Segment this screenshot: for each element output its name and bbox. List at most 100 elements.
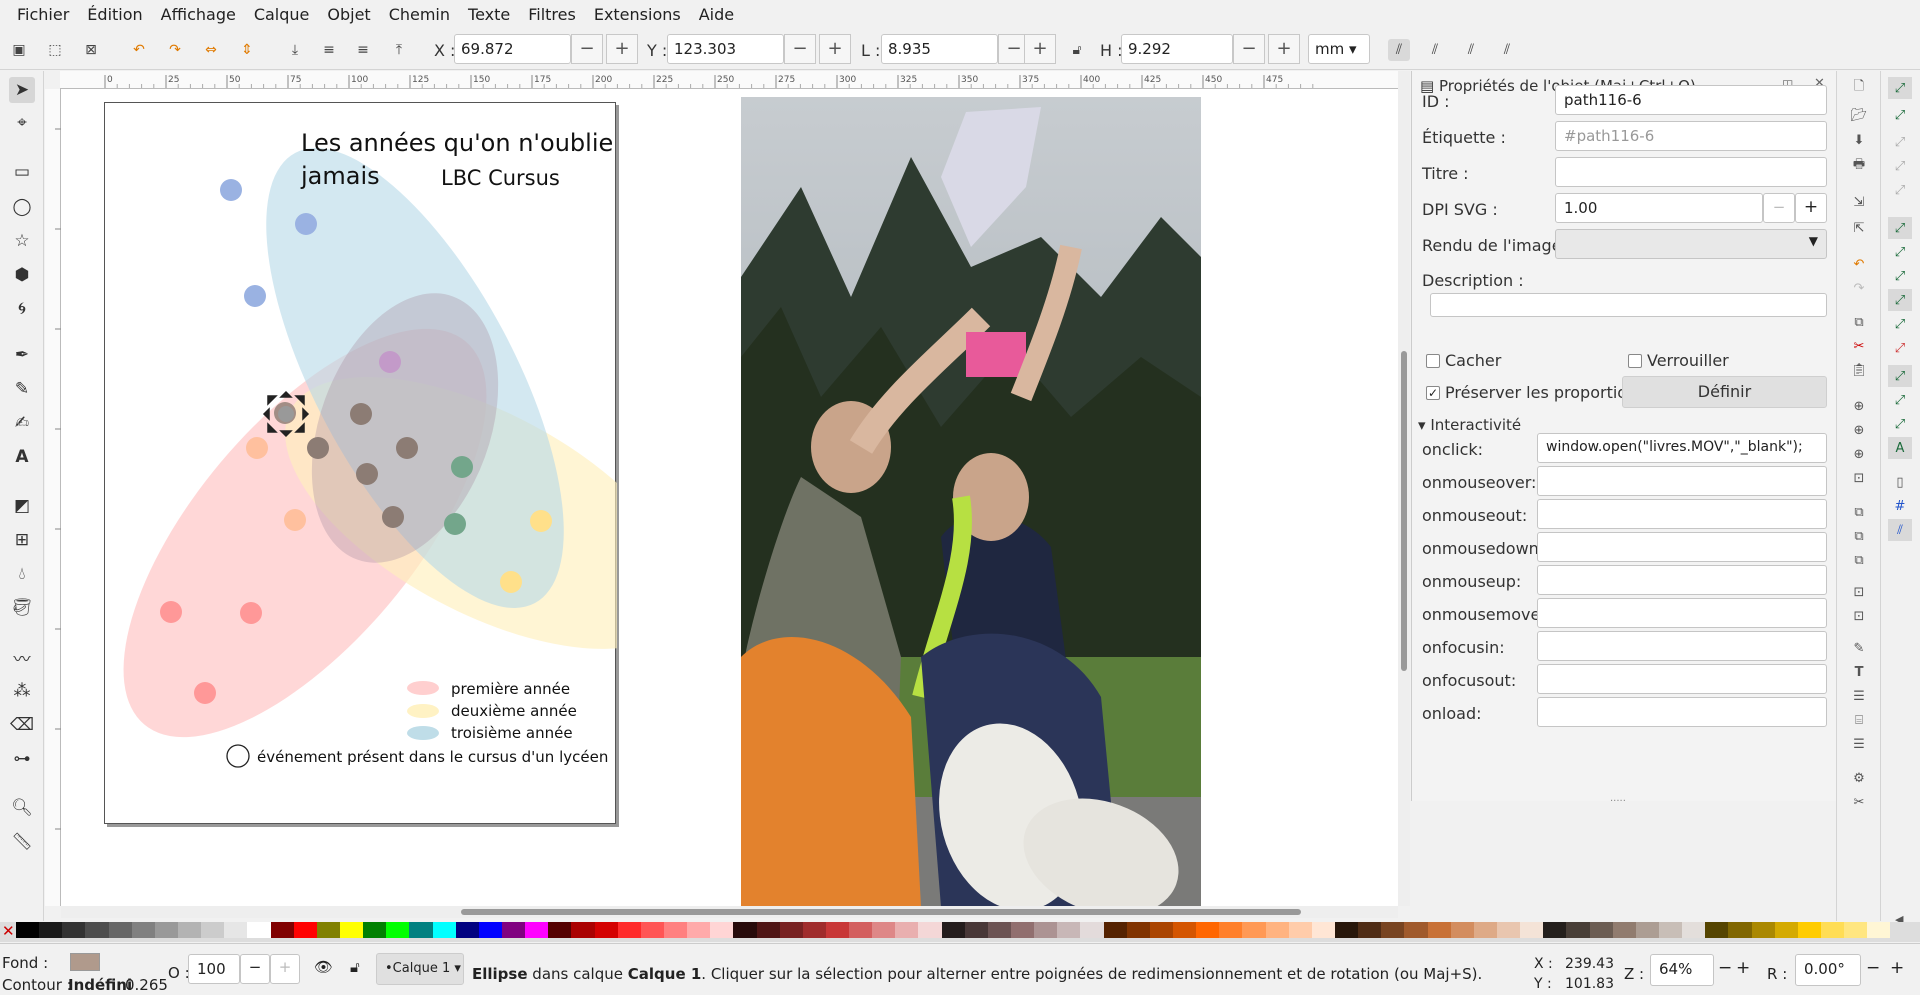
stroke-value[interactable]: Indéfini <box>68 976 132 994</box>
raise-icon[interactable]: ≡ <box>352 39 374 61</box>
palette-swatch[interactable] <box>825 922 850 938</box>
fill-swatch[interactable] <box>70 953 100 971</box>
lower-icon[interactable]: ≡ <box>318 39 340 61</box>
palette-swatch[interactable] <box>1196 922 1220 938</box>
import-icon[interactable]: ⇲ <box>1847 191 1871 213</box>
tweak-tool-icon[interactable]: 〰 <box>9 644 35 670</box>
palette-swatch[interactable] <box>756 922 780 938</box>
calligraphy-tool-icon[interactable]: ✍ <box>9 410 35 436</box>
menu-filtres[interactable]: Filtres <box>519 0 585 30</box>
cut-icon[interactable]: ✂ <box>1847 335 1871 357</box>
event-input[interactable] <box>1537 697 1827 727</box>
define-button[interactable]: Définir <box>1622 376 1827 408</box>
snap-bbox-edge-icon[interactable]: ⤢ <box>1888 131 1912 153</box>
x-input[interactable]: 69.872 <box>454 34 571 64</box>
opacity-decrement-button[interactable]: − <box>240 954 270 984</box>
x-increment-button[interactable]: + <box>606 34 638 64</box>
layer-select[interactable]: •Calque 1 ▾ <box>376 953 464 985</box>
select-all-icon[interactable]: ▣ <box>8 39 30 61</box>
hide-checkbox[interactable] <box>1426 354 1440 368</box>
snap-guide-icon[interactable]: ⫽ <box>1888 519 1912 541</box>
palette-swatch[interactable] <box>964 922 988 938</box>
palette-swatch[interactable] <box>1844 922 1868 938</box>
palette-swatch[interactable] <box>1450 922 1474 938</box>
palette-swatch[interactable] <box>39 922 63 938</box>
palette-swatch[interactable] <box>1427 922 1451 938</box>
print-icon[interactable]: 🖶 <box>1847 155 1871 177</box>
menu-edition[interactable]: Édition <box>78 0 151 30</box>
palette-swatch[interactable] <box>1705 922 1729 938</box>
title-input[interactable] <box>1555 157 1827 187</box>
embedded-photo[interactable] <box>741 97 1201 906</box>
palette-swatch[interactable] <box>617 922 641 938</box>
x-decrement-button[interactable]: − <box>571 34 603 64</box>
event-input[interactable] <box>1537 664 1827 694</box>
snap-toggle-icon[interactable]: ⤢ <box>1888 77 1912 99</box>
palette-swatch[interactable] <box>1589 922 1613 938</box>
palette-swatch[interactable] <box>1658 922 1683 938</box>
dropper-tool-icon[interactable]: 💧︎ <box>9 561 35 587</box>
palette-swatch[interactable] <box>316 922 340 938</box>
palette-swatch[interactable] <box>1728 922 1752 938</box>
save-icon[interactable]: ⬇ <box>1847 129 1871 151</box>
horizontal-scroll-thumb[interactable] <box>461 909 1301 915</box>
horizontal-scrollbar[interactable] <box>61 906 1398 918</box>
event-input[interactable] <box>1537 598 1827 628</box>
spray-tool-icon[interactable]: ⁂ <box>9 678 35 704</box>
zoom-increment-button[interactable]: + <box>1736 958 1750 978</box>
node-tool-icon[interactable]: ⌖ <box>9 110 35 136</box>
palette-swatch[interactable] <box>201 922 225 938</box>
palette-swatch[interactable] <box>1473 922 1497 938</box>
rotate-input[interactable]: 0.00° <box>1795 954 1861 986</box>
palette-swatch[interactable] <box>62 922 86 938</box>
height-decrement-button[interactable]: − <box>1233 34 1265 64</box>
zoom-drawing-icon[interactable]: ⊕ <box>1847 419 1871 441</box>
star-tool-icon[interactable]: ☆ <box>9 228 35 254</box>
flip-vertical-icon[interactable]: ⇕ <box>236 39 258 61</box>
opacity-input[interactable]: 100 <box>188 954 240 984</box>
lower-to-bottom-icon[interactable]: ⤓ <box>284 39 306 61</box>
palette-swatch[interactable] <box>1011 922 1035 938</box>
palette-swatch[interactable] <box>1797 922 1821 938</box>
palette-swatch[interactable] <box>1335 922 1359 938</box>
undo-icon[interactable]: ↶ <box>1847 253 1871 275</box>
ungroup-icon[interactable]: ⊡ <box>1847 605 1871 627</box>
preferences-icon[interactable]: ✂ <box>1847 791 1871 813</box>
xml-editor-icon[interactable]: ⌸ <box>1847 709 1871 731</box>
dpi-input[interactable]: 1.00 <box>1555 193 1763 223</box>
export-icon[interactable]: ⇱ <box>1847 217 1871 239</box>
palette-swatch[interactable] <box>1034 922 1058 938</box>
snap-midpoint-icon[interactable]: ⤢ <box>1888 337 1912 359</box>
paste-icon[interactable]: 📋︎ <box>1847 359 1871 381</box>
palette-swatch[interactable] <box>1520 922 1544 938</box>
snap-grid-icon[interactable]: # <box>1888 495 1912 517</box>
palette-swatch[interactable] <box>177 922 202 938</box>
palette-swatch[interactable] <box>1497 922 1521 938</box>
vertical-scroll-thumb[interactable] <box>1401 351 1407 671</box>
palette-swatch[interactable] <box>895 922 919 938</box>
palette-swatch[interactable] <box>918 922 942 938</box>
snap-bbox-mid-icon[interactable]: ⤢ <box>1888 179 1912 201</box>
palette-swatch[interactable] <box>548 922 572 938</box>
event-input[interactable] <box>1537 466 1827 496</box>
rotate-ccw-icon[interactable]: ↶ <box>128 39 150 61</box>
no-paint-icon[interactable]: ✕ <box>2 922 15 940</box>
zoom-input[interactable]: 64% <box>1650 954 1714 986</box>
group-icon[interactable]: ⊡ <box>1847 581 1871 603</box>
palette-swatch[interactable] <box>1751 922 1775 938</box>
open-icon[interactable]: 📂︎ <box>1847 104 1871 126</box>
deselect-icon[interactable]: ⊠ <box>80 39 102 61</box>
rotate-increment-button[interactable]: + <box>1890 958 1904 978</box>
connector-tool-icon[interactable]: ⊶ <box>9 746 35 772</box>
zoom-tool-icon[interactable]: 🔍︎ <box>9 795 35 821</box>
unit-select[interactable]: mm ▾ <box>1308 34 1370 64</box>
y-increment-button[interactable]: + <box>819 34 851 64</box>
snap-page-icon[interactable]: ▯ <box>1888 471 1912 493</box>
palette-swatch[interactable] <box>1774 922 1798 938</box>
palette-swatch[interactable] <box>16 922 40 938</box>
y-input[interactable]: 123.303 <box>667 34 784 64</box>
snap-intersection-icon[interactable]: ⤢ <box>1888 265 1912 287</box>
snap-nodes-icon[interactable]: ⤢ <box>1888 217 1912 239</box>
lock-proportions-icon[interactable]: 🔓︎ <box>1066 39 1088 61</box>
palette-swatch[interactable] <box>987 922 1012 938</box>
